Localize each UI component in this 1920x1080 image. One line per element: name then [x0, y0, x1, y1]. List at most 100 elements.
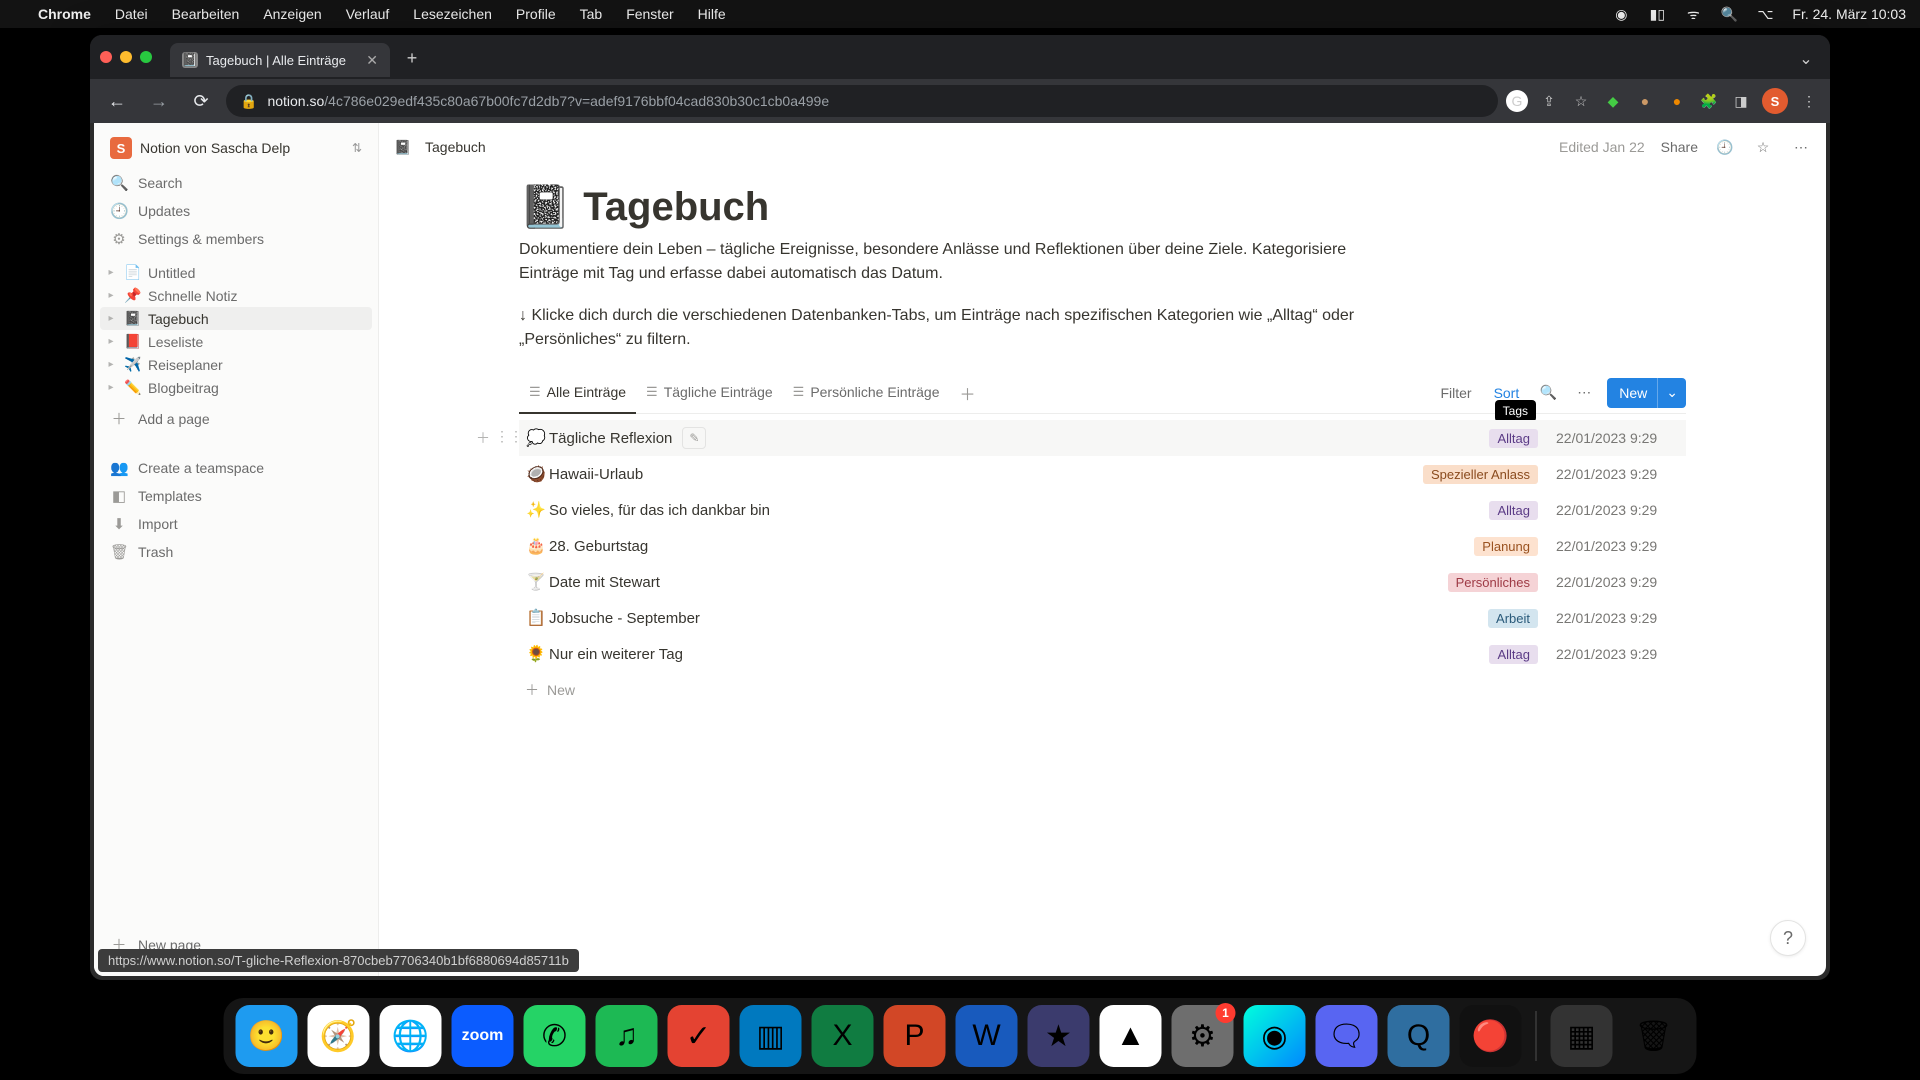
row-tag[interactable]: Persönliches [1448, 573, 1538, 592]
list-row[interactable]: 🎂 28. Geburtstag Planung 22/01/2023 9:29 [519, 528, 1686, 564]
tab-overflow-button[interactable]: ⌄ [1792, 45, 1820, 73]
screen-record-icon[interactable]: ◉ [1612, 5, 1630, 23]
sidebar-updates[interactable]: 🕘 Updates [100, 197, 372, 225]
dock-app-imovie[interactable]: ★ [1028, 1005, 1090, 1067]
sidebar-trash[interactable]: 🗑 Trash [100, 538, 372, 566]
dock-app-whatsapp[interactable]: ✆ [524, 1005, 586, 1067]
row-tag[interactable]: Arbeit [1488, 609, 1538, 628]
dock-app-voice-memos[interactable]: 🔴 [1460, 1005, 1522, 1067]
sidebar-import[interactable]: ⬇ Import [100, 510, 372, 538]
menu-verlauf[interactable]: Verlauf [346, 6, 390, 22]
extension-icon-1[interactable]: ◆ [1602, 90, 1624, 112]
menu-hilfe[interactable]: Hilfe [698, 6, 726, 22]
control-center-icon[interactable]: ⌥ [1756, 5, 1774, 23]
list-row[interactable]: 🥥 Hawaii-Urlaub Spezieller Anlass 22/01/… [519, 456, 1686, 492]
sidebar-templates[interactable]: ◧ Templates [100, 482, 372, 510]
extension-icon-3[interactable]: ● [1666, 90, 1688, 112]
dock-app-todoist[interactable]: ✓ [668, 1005, 730, 1067]
help-button[interactable]: ? [1770, 920, 1806, 956]
list-row[interactable]: 🌻 Nur ein weiterer Tag Alltag 22/01/2023… [519, 636, 1686, 672]
sidebar-create-teamspace[interactable]: 👥 Create a teamspace [100, 454, 372, 482]
edit-icon[interactable]: ✎ [682, 427, 706, 449]
chevron-down-icon[interactable]: ⌄ [1657, 378, 1686, 408]
sidebar-page-item[interactable]: ▸ 📄 Untitled [100, 261, 372, 284]
profile-avatar[interactable]: S [1762, 88, 1788, 114]
dock-app-spotify[interactable]: ♫ [596, 1005, 658, 1067]
chevron-right-icon[interactable]: ▸ [104, 290, 118, 301]
window-controls[interactable] [100, 51, 152, 63]
row-tag[interactable]: Alltag [1489, 645, 1538, 664]
page-hint[interactable]: ↓ Klicke dich durch die verschiedenen Da… [519, 304, 1439, 352]
menu-lesezeichen[interactable]: Lesezeichen [413, 6, 492, 22]
add-view-button[interactable]: ＋ [954, 379, 982, 407]
menu-bearbeiten[interactable]: Bearbeiten [172, 6, 240, 22]
new-tab-button[interactable]: + [398, 45, 426, 73]
extension-icon-2[interactable]: ● [1634, 90, 1656, 112]
drag-handle-icon[interactable]: ⋮⋮ [495, 428, 515, 448]
database-tab[interactable]: ☰Persönliche Einträge [783, 372, 950, 414]
sidebar-page-item[interactable]: ▸ 📌 Schnelle Notiz [100, 284, 372, 307]
search-database-icon[interactable]: 🔍 [1535, 380, 1561, 406]
share-icon[interactable]: ⇪ [1538, 90, 1560, 112]
row-tag[interactable]: Planung [1474, 537, 1538, 556]
dock-app-excel[interactable]: X [812, 1005, 874, 1067]
row-tag[interactable]: Spezieller Anlass [1423, 465, 1538, 484]
list-row[interactable]: 📋 Jobsuche - September Arbeit 22/01/2023… [519, 600, 1686, 636]
chevron-right-icon[interactable]: ▸ [104, 267, 118, 278]
dock-app-quicktime[interactable]: Q [1388, 1005, 1450, 1067]
sidebar-page-item[interactable]: ▸ 📓 Tagebuch [100, 307, 372, 330]
list-row[interactable]: 🍸 Date mit Stewart Persönliches 22/01/20… [519, 564, 1686, 600]
battery-icon[interactable]: ▮▯ [1648, 5, 1666, 23]
menu-fenster[interactable]: Fenster [626, 6, 673, 22]
sidebar-page-item[interactable]: ▸ ✏️ Blogbeitrag [100, 376, 372, 399]
more-menu-icon[interactable]: ⋯ [1790, 136, 1812, 158]
share-button[interactable]: Share [1661, 139, 1698, 155]
extensions-puzzle-icon[interactable]: 🧩 [1698, 90, 1720, 112]
dock-app-mission-control[interactable]: ▦ [1551, 1005, 1613, 1067]
database-tab[interactable]: ☰Tägliche Einträge [636, 372, 783, 414]
tab-close-icon[interactable]: ✕ [366, 52, 378, 69]
sidebar-add-page[interactable]: ＋ Add a page [100, 403, 372, 434]
page-title[interactable]: Tagebuch [583, 185, 769, 230]
list-row[interactable]: ✨ So vieles, für das ich dankbar bin All… [519, 492, 1686, 528]
dock-app-settings[interactable]: ⚙1 [1172, 1005, 1234, 1067]
dock-app-siri[interactable]: ◉ [1244, 1005, 1306, 1067]
clock-history-icon[interactable]: 🕘 [1714, 136, 1736, 158]
row-tag[interactable]: Alltag [1489, 501, 1538, 520]
reload-button[interactable]: ⟳ [184, 84, 218, 118]
page-emoji-icon[interactable]: 📓 [519, 183, 571, 232]
chrome-menu-icon[interactable]: ⋮ [1798, 90, 1820, 112]
minimize-window-button[interactable] [120, 51, 132, 63]
google-translate-icon[interactable]: G [1506, 90, 1528, 112]
database-tab[interactable]: ☰Alle Einträge [519, 372, 636, 414]
dock-app-drive[interactable]: ▲ [1100, 1005, 1162, 1067]
chevron-right-icon[interactable]: ▸ [104, 382, 118, 393]
dock-app-powerpoint[interactable]: P [884, 1005, 946, 1067]
filter-button[interactable]: Filter [1434, 381, 1477, 405]
row-tag[interactable]: Alltag [1489, 429, 1538, 448]
favorite-star-icon[interactable]: ☆ [1752, 136, 1774, 158]
add-row-button[interactable]: ＋ New [519, 672, 1686, 708]
add-icon[interactable]: ＋ [473, 428, 493, 448]
menu-profile[interactable]: Profile [516, 6, 556, 22]
menubar-clock[interactable]: Fr. 24. März 10:03 [1792, 6, 1906, 22]
new-entry-button[interactable]: New ⌄ [1607, 378, 1686, 408]
dock-app-trash[interactable]: 🗑 [1623, 1005, 1685, 1067]
sidebar-settings[interactable]: ⚙ Settings & members [100, 225, 372, 253]
sidebar-search[interactable]: 🔍 Search [100, 169, 372, 197]
sidebar-page-item[interactable]: ▸ ✈️ Reiseplaner [100, 353, 372, 376]
dock-app-finder[interactable]: 🙂 [236, 1005, 298, 1067]
sidepanel-icon[interactable]: ◨ [1730, 90, 1752, 112]
maximize-window-button[interactable] [140, 51, 152, 63]
dock-app-zoom[interactable]: zoom [452, 1005, 514, 1067]
back-button[interactable]: ← [100, 84, 134, 118]
chevron-right-icon[interactable]: ▸ [104, 336, 118, 347]
wifi-icon[interactable]: ᯤ [1684, 5, 1702, 23]
address-bar[interactable]: 🔒 notion.so/4c786e029edf435c80a67b00fc7d… [226, 85, 1498, 117]
page-description[interactable]: Dokumentiere dein Leben – tägliche Ereig… [519, 238, 1379, 286]
menu-datei[interactable]: Datei [115, 6, 148, 22]
dock-app-trello[interactable]: ▥ [740, 1005, 802, 1067]
chevron-right-icon[interactable]: ▸ [104, 359, 118, 370]
close-window-button[interactable] [100, 51, 112, 63]
workspace-switcher[interactable]: S Notion von Sascha Delp ⇅ [100, 131, 372, 165]
